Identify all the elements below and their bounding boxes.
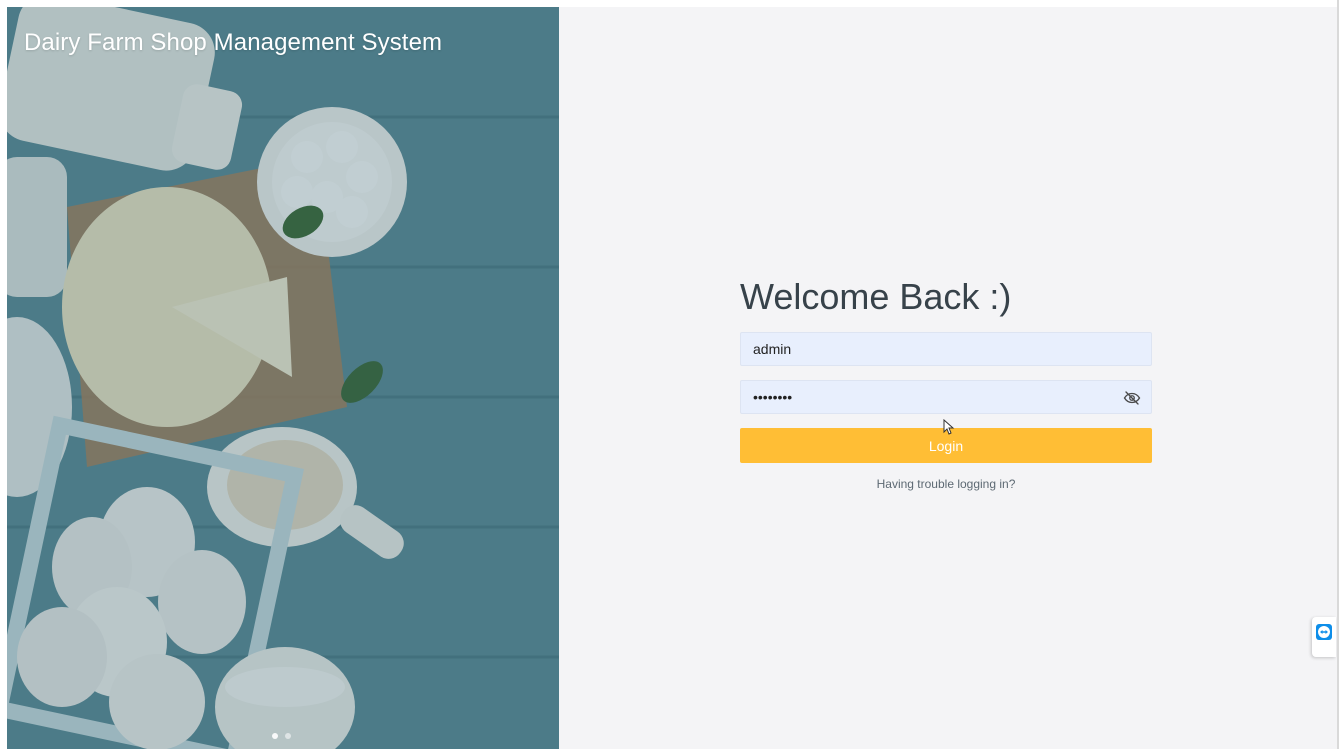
- password-input[interactable]: [741, 381, 1151, 413]
- eye-off-icon[interactable]: [1123, 389, 1141, 407]
- login-panel: Welcome Back :) Login Having trouble log…: [559, 7, 1339, 749]
- login-form: Welcome Back :) Login Having trouble log…: [740, 272, 1152, 491]
- trouble-logging-in-link[interactable]: Having trouble logging in?: [740, 477, 1152, 491]
- username-field-wrapper: [740, 332, 1152, 366]
- hero-image: [7, 7, 559, 749]
- password-field-wrapper: [740, 380, 1152, 414]
- username-input[interactable]: [741, 333, 1151, 365]
- carousel-dot-1[interactable]: [272, 733, 278, 739]
- welcome-heading: Welcome Back :): [740, 276, 1012, 317]
- carousel-dot-2[interactable]: [285, 733, 291, 739]
- teamviewer-tab[interactable]: [1312, 617, 1336, 657]
- teamviewer-icon: [1316, 624, 1332, 640]
- mouse-cursor-icon: [943, 419, 955, 435]
- carousel-indicators: [272, 733, 291, 739]
- hero-panel: Dairy Farm Shop Management System: [7, 7, 559, 749]
- login-screen: Dairy Farm Shop Management System Welcom…: [0, 0, 1339, 749]
- app-title: Dairy Farm Shop Management System: [24, 29, 443, 56]
